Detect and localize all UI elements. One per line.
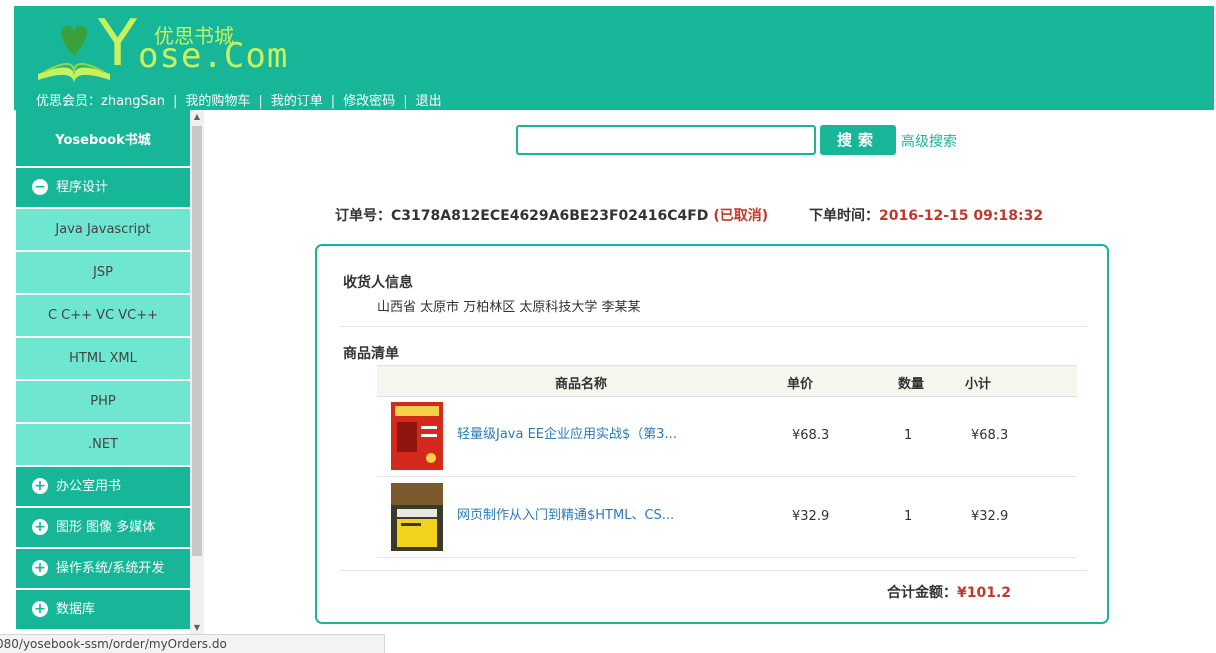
app-frame: Y ose.Com 优思书城 优思会员：zhangSan | 我的购物车 | 我的订单 |… (14, 6, 1214, 652)
member-link[interactable]: 优思会员：zhangSan (36, 90, 165, 109)
sidebar-title: Yosebook书城 (16, 110, 190, 168)
nav-separator: | (330, 94, 336, 109)
subcategory-item[interactable]: C C++ VC VC++ (16, 295, 190, 338)
order-time-line: 下单时间：2016-12-15 09:18:32 (809, 205, 1043, 225)
items-title: 商品清单 (343, 346, 399, 362)
cart-link[interactable]: 我的购物车 (185, 90, 250, 109)
plus-circle-icon: + (32, 477, 48, 494)
category-label: 程序设计 (56, 180, 109, 195)
header-name: 商品名称 (555, 377, 608, 392)
divider (339, 326, 1087, 327)
subcategory-item[interactable]: HTML XML (16, 338, 190, 381)
table-row: 网页制作从入门到精通$HTML、CS... ¥32.9 1 ¥32.9 (377, 477, 1077, 558)
order-id: C3178A812ECE4629A6BE23F02416C4FD (391, 208, 709, 224)
subcategory-item[interactable]: Java Javascript (16, 209, 190, 252)
order-id-label: 订单号： (335, 208, 391, 224)
total-amount: ¥101.2 (957, 585, 1012, 601)
search-button[interactable]: 搜索 (820, 125, 896, 155)
category-label: 办公室用书 (56, 479, 122, 494)
category-programming[interactable]: − 程序设计 (16, 168, 190, 209)
browser-status-bar: 080/yosebook-ssm/order/myOrders.do (0, 634, 385, 653)
scroll-up-icon[interactable]: ▲ (190, 112, 204, 121)
change-password-link[interactable]: 修改密码 (343, 90, 395, 109)
book-cover-image[interactable] (391, 402, 443, 470)
minus-circle-icon: − (32, 178, 48, 195)
plus-circle-icon: + (32, 518, 48, 535)
header-subtotal: 小计 (965, 377, 992, 392)
site-header: Y ose.Com 优思书城 优思会员：zhangSan | 我的购物车 | 我的订单 |… (14, 6, 1214, 110)
unit-price: ¥68.3 (792, 428, 830, 443)
advanced-search-link[interactable]: 高级搜索 (901, 131, 957, 151)
category-office[interactable]: + 办公室用书 (16, 467, 190, 508)
logout-link[interactable]: 退出 (416, 90, 442, 109)
scroll-thumb[interactable] (192, 126, 202, 556)
quantity: 1 (904, 509, 913, 524)
receiver-address: 山西省 太原市 万柏林区 太原科技大学 李某某 (377, 300, 641, 315)
nav-separator: | (403, 94, 408, 109)
sidebar-scrollbar[interactable]: ▲ ▼ (190, 110, 204, 634)
header-price: 单价 (787, 377, 814, 392)
divider (339, 570, 1087, 571)
receiver-title: 收货人信息 (343, 275, 413, 291)
subtotal: ¥32.9 (971, 509, 1009, 524)
category-label: 数据库 (56, 602, 96, 617)
category-label: 图形 图像 多媒体 (56, 520, 156, 535)
header-qty: 数量 (898, 377, 925, 392)
order-detail-box: 收货人信息 山西省 太原市 万柏林区 太原科技大学 李某某 商品清单 商品名称 … (315, 244, 1109, 624)
book-cover-image[interactable] (391, 483, 443, 551)
order-status: (已取消) (713, 208, 769, 224)
total-label: 合计金额： (887, 585, 957, 601)
user-nav: 优思会员：zhangSan | 我的购物车 | 我的订单 | 修改密码 | 退出 (36, 90, 442, 109)
logo-letter: Y (98, 7, 138, 81)
category-graphics[interactable]: + 图形 图像 多媒体 (16, 508, 190, 549)
subcategory-item[interactable]: PHP (16, 381, 190, 424)
order-time-label: 下单时间： (809, 208, 879, 224)
subcategory-item[interactable]: .NET (16, 424, 190, 467)
site-logo[interactable]: Y ose.Com 优思书城 (34, 7, 287, 84)
status-url: 080/yosebook-ssm/order/myOrders.do (0, 637, 227, 651)
order-total: 合计金额：¥101.2 (887, 582, 1011, 602)
subtotal: ¥68.3 (971, 428, 1009, 443)
nav-separator: | (258, 94, 263, 109)
category-database[interactable]: + 数据库 (16, 590, 190, 630)
order-id-line: 订单号：C3178A812ECE4629A6BE23F02416C4FD (已取… (335, 205, 768, 225)
plus-circle-icon: + (32, 559, 48, 576)
search-input[interactable] (516, 125, 816, 155)
product-link[interactable]: 网页制作从入门到精通$HTML、CS... (457, 504, 674, 523)
quantity: 1 (904, 428, 913, 443)
orders-link[interactable]: 我的订单 (271, 90, 323, 109)
logo-chinese-name: 优思书城 (154, 24, 234, 48)
unit-price: ¥32.9 (792, 509, 830, 524)
plus-circle-icon: + (32, 600, 48, 617)
order-time: 2016-12-15 09:18:32 (879, 208, 1044, 224)
category-label: 操作系统/系统开发 (56, 561, 165, 576)
product-link[interactable]: 轻量级Java EE企业应用实战$（第3... (457, 423, 677, 442)
scroll-down-icon[interactable]: ▼ (190, 623, 204, 632)
nav-separator: | (172, 94, 178, 109)
subcategory-item[interactable]: JSP (16, 252, 190, 295)
category-sidebar: Yosebook书城 − 程序设计 Java Javascript JSP C C… (16, 110, 190, 630)
items-table-header: 商品名称 单价 数量 小计 (377, 365, 1077, 397)
table-row: 轻量级Java EE企业应用实战$（第3... ¥68.3 1 ¥68.3 (377, 396, 1077, 477)
category-os[interactable]: + 操作系统/系统开发 (16, 549, 190, 590)
